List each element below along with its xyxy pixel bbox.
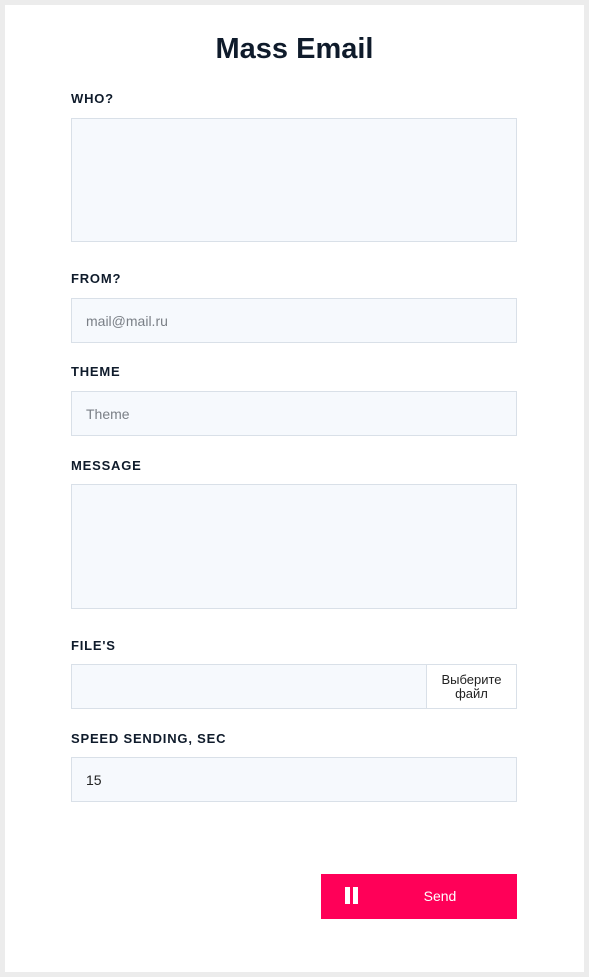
from-email-field[interactable] bbox=[71, 298, 517, 343]
page-title: Mass Email bbox=[215, 33, 374, 65]
message-label: MESSAGE bbox=[71, 458, 142, 473]
who-label: WHO? bbox=[71, 91, 114, 106]
mass-email-card: Mass Email WHO? FROM? THEME MESSAGE FILE… bbox=[5, 5, 584, 972]
send-label: Send bbox=[423, 888, 457, 904]
theme-field[interactable] bbox=[71, 391, 517, 436]
speed-label: SPEED SENDING, SEC bbox=[71, 731, 227, 746]
from-label: FROM? bbox=[71, 271, 122, 286]
speed-field[interactable] bbox=[71, 757, 517, 802]
theme-label: THEME bbox=[71, 364, 121, 379]
pause-icon bbox=[345, 887, 358, 904]
message-field[interactable] bbox=[71, 484, 517, 609]
files-label: FILE'S bbox=[71, 638, 116, 653]
choose-file-button[interactable]: Выберите файл bbox=[426, 665, 516, 708]
who-field[interactable] bbox=[71, 118, 517, 242]
file-input[interactable]: Выберите файл bbox=[71, 664, 517, 709]
send-button[interactable]: Send bbox=[321, 874, 517, 919]
